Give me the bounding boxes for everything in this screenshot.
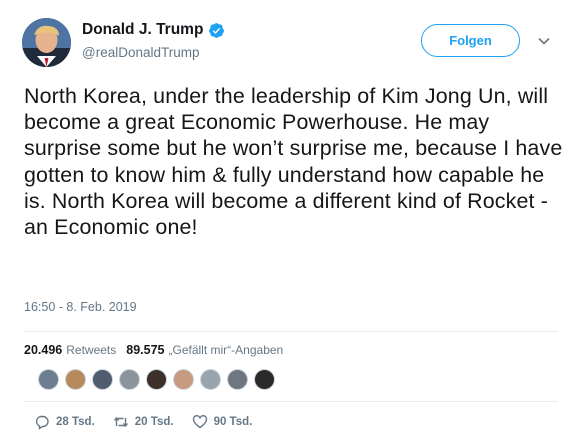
like-action[interactable]: 90 Tsd. [192, 414, 253, 430]
avatar[interactable] [22, 18, 71, 67]
liker-avatar[interactable] [65, 369, 86, 390]
liker-avatar[interactable] [200, 369, 221, 390]
reply-icon [35, 415, 49, 430]
liker-avatar[interactable] [254, 369, 275, 390]
retweet-count: 20 Tsd. [134, 416, 174, 428]
verified-badge-icon [209, 22, 225, 38]
engagement-stats: 20.496 Retweets 89.575 „Gefällt mir“-Ang… [24, 343, 283, 357]
tweet-text: North Korea, under the leadership of Kim… [24, 84, 563, 240]
likes-count[interactable]: 89.575 [126, 343, 164, 357]
tweet-timestamp[interactable]: 16:50 - 8. Feb. 2019 [24, 300, 137, 314]
like-count: 90 Tsd. [213, 416, 253, 428]
name-row: Donald J. Trump [82, 21, 225, 39]
reply-count: 28 Tsd. [56, 416, 95, 428]
retweet-action[interactable]: 20 Tsd. [113, 414, 174, 430]
chevron-down-icon[interactable] [537, 34, 551, 48]
tweet-actions: 28 Tsd. 20 Tsd. 90 Tsd. [34, 414, 270, 430]
retweet-icon [113, 416, 128, 428]
follow-button[interactable]: Folgen [421, 24, 520, 57]
liker-avatars [38, 369, 281, 390]
divider [24, 331, 558, 332]
liker-avatar[interactable] [146, 369, 167, 390]
liker-avatar[interactable] [38, 369, 59, 390]
liker-avatar[interactable] [173, 369, 194, 390]
liker-avatar[interactable] [227, 369, 248, 390]
tweet-card: Donald J. Trump @realDonaldTrump Folgen … [0, 0, 580, 442]
liker-avatar[interactable] [119, 369, 140, 390]
reply-action[interactable]: 28 Tsd. [34, 414, 95, 430]
divider [24, 401, 558, 402]
likes-label[interactable]: „Gefällt mir“-Angaben [169, 343, 284, 357]
user-handle[interactable]: @realDonaldTrump [82, 45, 200, 60]
display-name[interactable]: Donald J. Trump [82, 21, 203, 39]
retweets-label[interactable]: Retweets [66, 343, 116, 357]
heart-icon [192, 415, 207, 429]
retweets-count[interactable]: 20.496 [24, 343, 62, 357]
liker-avatar[interactable] [92, 369, 113, 390]
